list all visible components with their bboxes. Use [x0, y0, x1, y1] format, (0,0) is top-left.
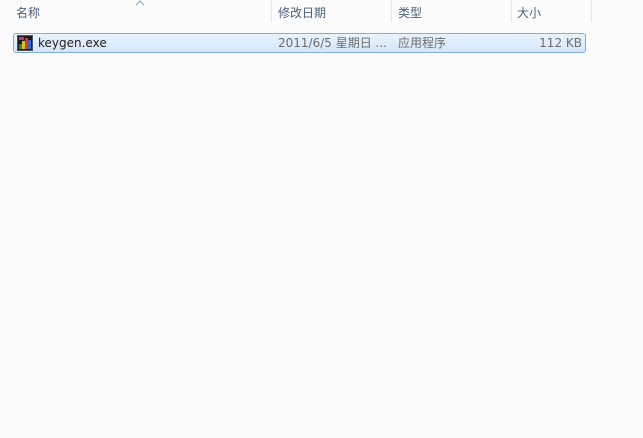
column-header-size[interactable]: 大小 [517, 0, 541, 24]
file-type: 应用程序 [398, 36, 447, 50]
file-modified-date: 2011/6/5 星期日 ... [278, 36, 387, 50]
column-header-bar: 名称 修改日期 类型 大小 [0, 0, 643, 24]
column-header-modified[interactable]: 修改日期 [278, 0, 326, 24]
file-size: 112 KB [539, 36, 582, 50]
column-divider[interactable] [511, 0, 512, 22]
column-divider[interactable] [591, 0, 592, 22]
keygen-exe-icon [17, 35, 33, 51]
column-header-type[interactable]: 类型 [398, 0, 422, 24]
column-divider[interactable] [391, 0, 392, 22]
file-name: keygen.exe [38, 36, 107, 50]
sort-ascending-icon [135, 0, 145, 6]
column-divider[interactable] [271, 0, 272, 22]
file-row-keygen[interactable]: keygen.exe 2011/6/5 星期日 ... 应用程序 112 KB [13, 33, 586, 53]
column-header-name[interactable]: 名称 [16, 0, 40, 24]
